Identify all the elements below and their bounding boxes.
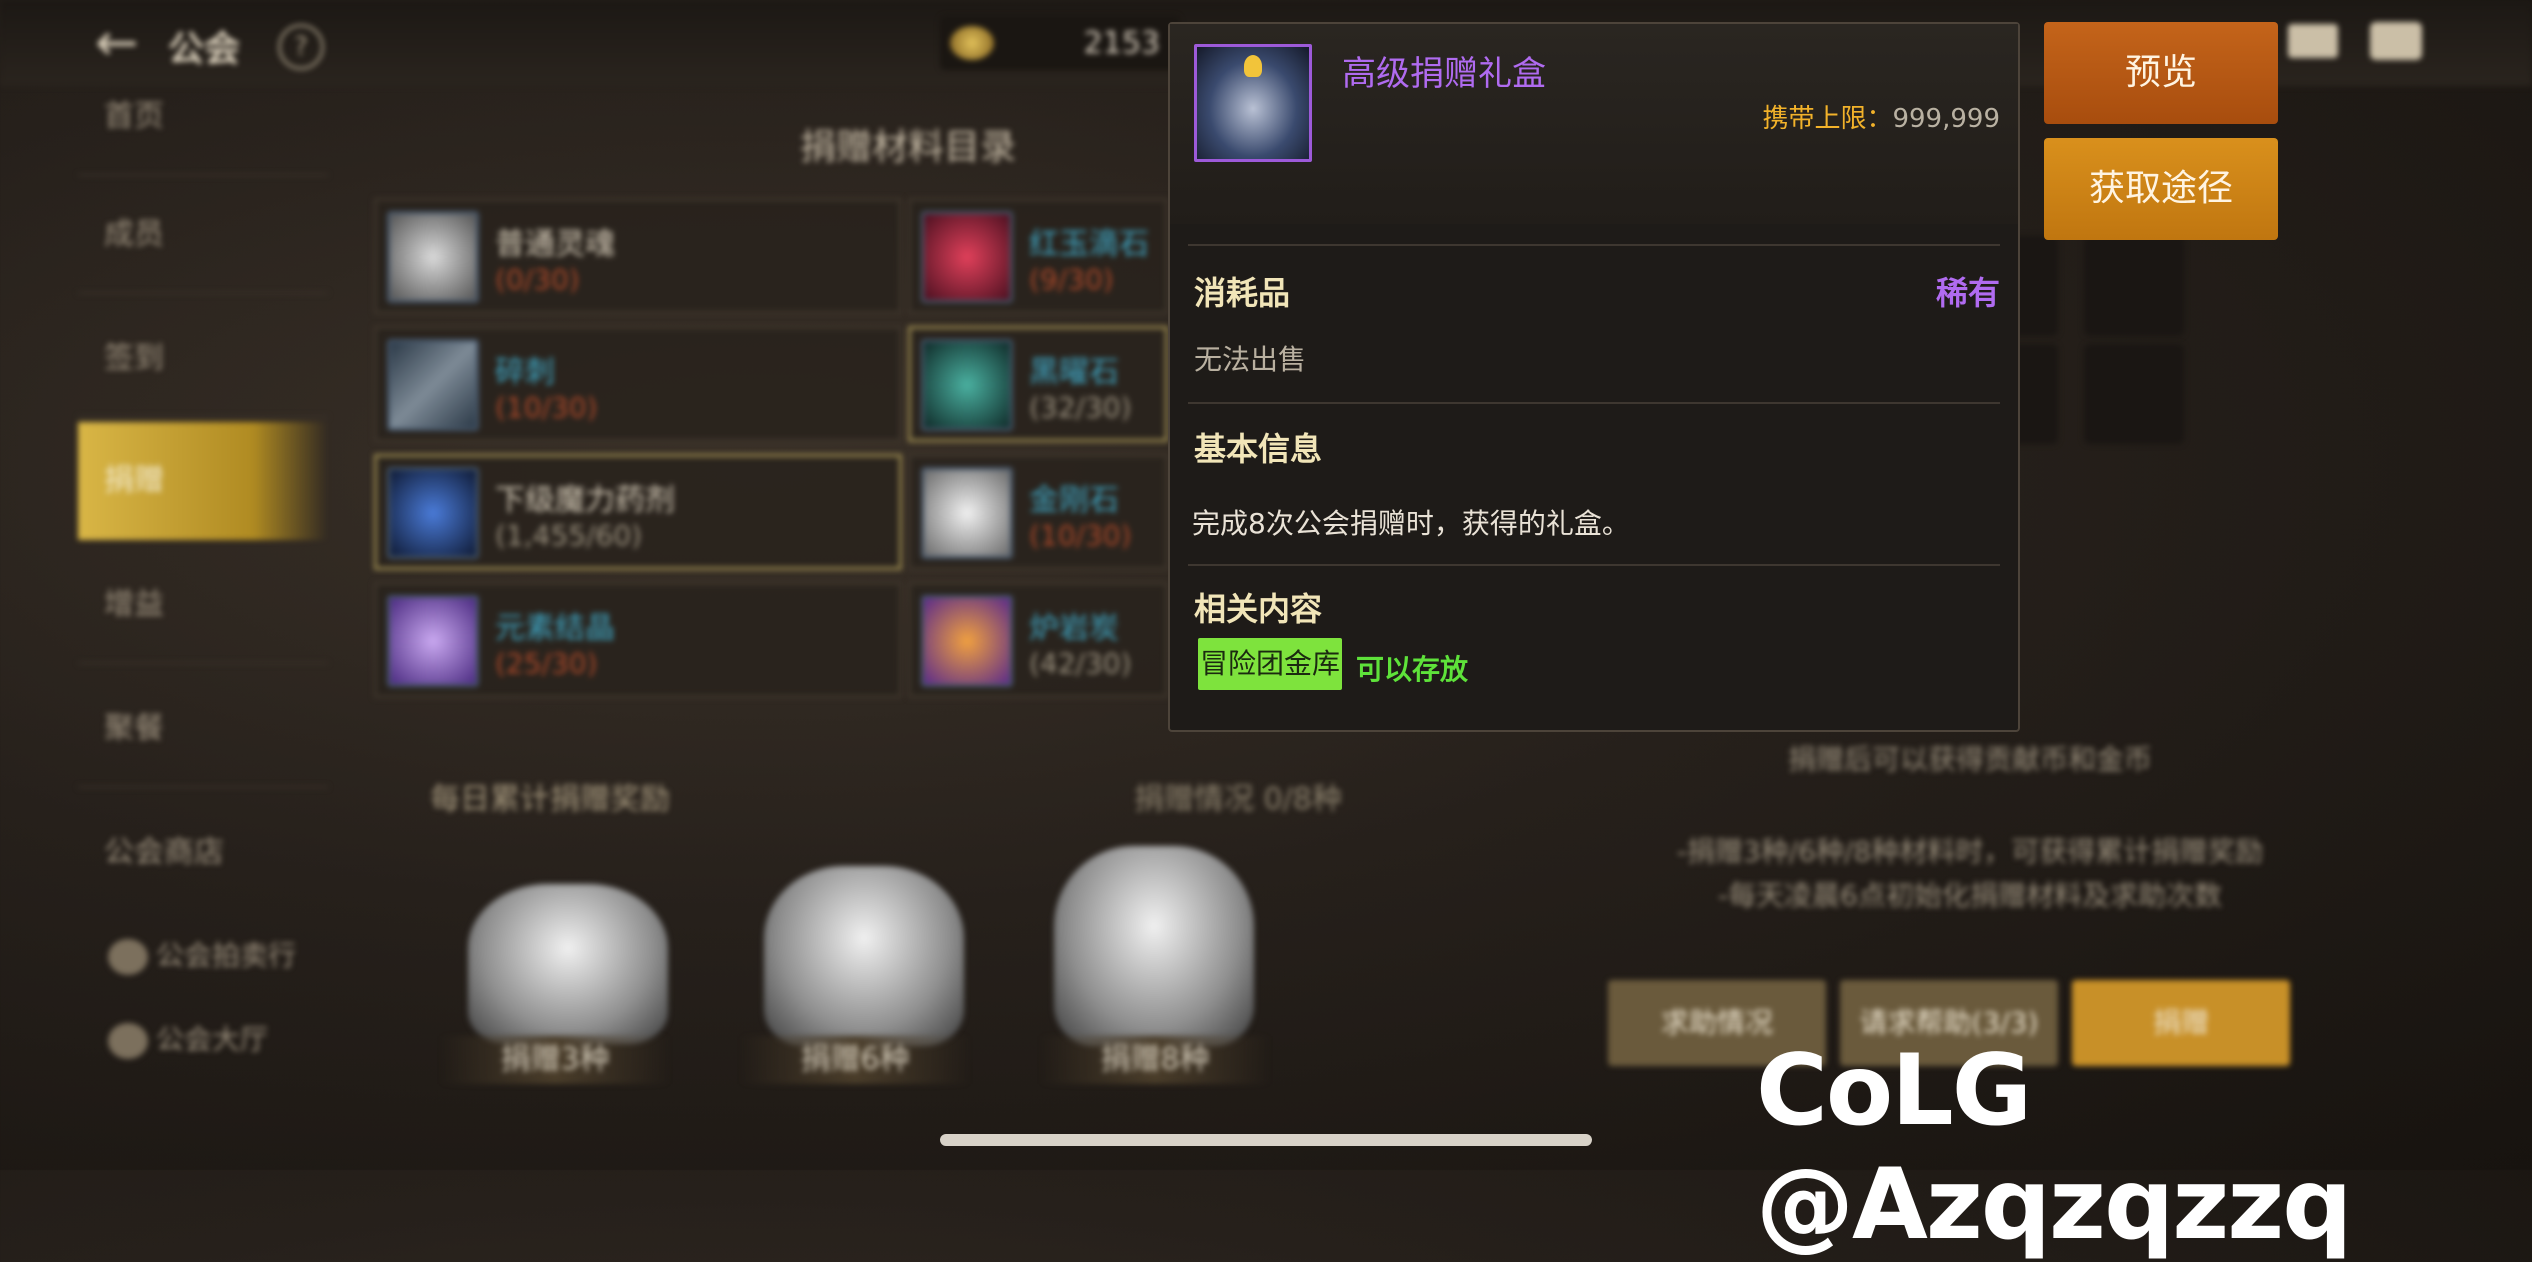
reward-tier-label: 捐赠8种 xyxy=(1040,1036,1270,1084)
donate-note: 捐赠后可以获得贡献币和金币 xyxy=(1787,743,2152,776)
donation-status: 捐赠情况 0/8种 xyxy=(1134,782,1342,817)
item-name: 高级捐赠礼盒 xyxy=(1342,54,1546,94)
auction-icon xyxy=(108,939,148,975)
sidebar-item-guild-auction[interactable]: 公会拍卖行 xyxy=(108,934,296,975)
sidebar-item-dinner[interactable]: 聚餐 xyxy=(78,670,328,788)
currency-display: 2153 xyxy=(940,16,1180,70)
gold-coin-icon xyxy=(950,26,994,60)
sidebar-sub-label: 公会大厅 xyxy=(156,1023,269,1056)
material-count: (10/30) xyxy=(495,391,598,424)
shard-icon xyxy=(387,339,479,431)
storage-tag: 冒险团金库 xyxy=(1198,638,1343,690)
material-count: (10/30) xyxy=(1029,519,1132,552)
reward-slot xyxy=(2084,236,2184,336)
donate-reset-note: -每天凌晨6点初始化捐赠材料及求助次数 xyxy=(1718,879,2222,912)
material-item[interactable]: 金刚石 (10/30) xyxy=(908,454,1168,570)
related-content-title: 相关内容 xyxy=(1194,590,1323,628)
material-item[interactable]: 普通灵魂 (0/30) xyxy=(374,198,902,314)
daily-reward-title: 每日累计捐赠奖励 xyxy=(430,782,670,817)
material-name: 金刚石 xyxy=(1029,483,1119,518)
sidebar-item-donate[interactable]: 捐赠 xyxy=(78,422,328,540)
item-rarity: 稀有 xyxy=(1935,274,2000,312)
material-name: 普通灵魂 xyxy=(495,227,615,262)
donate-rule-note: -捐赠3种/6种/8种材料时，可获得累计捐赠奖励 xyxy=(1676,835,2264,868)
diamond-icon xyxy=(921,467,1013,559)
carry-limit: 携带上限：999,999 xyxy=(1762,98,2000,135)
material-count: (42/30) xyxy=(1029,647,1132,680)
sidebar-item-buffs[interactable]: 增益 xyxy=(78,546,328,664)
watermark: CoLG @Azqzqzzq xyxy=(1756,1034,2352,1262)
item-tooltip: 高级捐赠礼盒 携带上限：999,999 消耗品 稀有 无法出售 基本信息 完成8… xyxy=(1168,22,2020,732)
obsidian-icon xyxy=(921,339,1013,431)
material-item[interactable]: 元素结晶 (25/30) xyxy=(374,582,902,698)
sell-note: 无法出售 xyxy=(1194,343,1307,376)
material-name: 碎刺 xyxy=(495,355,555,390)
sidebar-item-members[interactable]: 成员 xyxy=(78,176,328,294)
mail-icon[interactable] xyxy=(2288,24,2338,58)
sidebar-item-checkin[interactable]: 签到 xyxy=(78,300,328,418)
carry-limit-value: 999,999 xyxy=(1892,104,2000,134)
material-item[interactable]: 红玉滴石 (9/30) xyxy=(908,198,1168,314)
carry-limit-label: 携带上限： xyxy=(1762,104,1893,134)
material-item[interactable]: 炉岩炭 (42/30) xyxy=(908,582,1168,698)
soul-icon xyxy=(387,211,479,303)
material-item[interactable]: 碎刺 (10/30) xyxy=(374,326,902,442)
obtain-method-button[interactable]: 获取途径 xyxy=(2044,138,2278,240)
material-count: (0/30) xyxy=(495,263,580,296)
furnace-coal-icon xyxy=(921,595,1013,687)
item-description: 完成8次公会捐赠时，获得的礼盒。 xyxy=(1192,507,1630,540)
ruby-icon xyxy=(921,211,1013,303)
material-name: 下级魔力药剂 xyxy=(495,483,675,518)
tooltip-header: 高级捐赠礼盒 携带上限：999,999 xyxy=(1170,24,2018,224)
material-count: (1,455/60) xyxy=(495,519,643,552)
material-name: 炉岩炭 xyxy=(1029,611,1119,646)
material-item[interactable]: 黑曜石 (32/30) xyxy=(908,326,1168,442)
reward-tier-label: 捐赠3种 xyxy=(440,1036,670,1084)
chat-icon[interactable] xyxy=(2370,22,2422,60)
item-type: 消耗品 xyxy=(1194,274,1291,312)
sidebar-item-guild-hall[interactable]: 公会大厅 xyxy=(108,1018,268,1059)
gift-box-icon xyxy=(1194,44,1312,162)
material-name: 红玉滴石 xyxy=(1029,227,1149,262)
gem-icon xyxy=(1244,55,1262,77)
material-count: (32/30) xyxy=(1029,391,1132,424)
divider xyxy=(1188,402,2000,404)
reward-chest-icon[interactable] xyxy=(468,884,668,1044)
divider xyxy=(1188,564,2000,566)
material-item[interactable]: 下级魔力药剂 (1,455/60) xyxy=(374,454,902,570)
material-count: (25/30) xyxy=(495,647,598,680)
sidebar: 首页 成员 签到 捐赠 增益 聚餐 公会商店 公会拍卖行 公会大厅 xyxy=(78,72,328,1072)
preview-button[interactable]: 预览 xyxy=(2044,22,2278,124)
element-crystal-icon xyxy=(387,595,479,687)
sidebar-sub-label: 公会拍卖行 xyxy=(156,939,297,972)
basic-info-title: 基本信息 xyxy=(1194,430,1323,468)
potion-icon xyxy=(387,467,479,559)
home-indicator[interactable] xyxy=(940,1134,1592,1146)
reward-chest-icon[interactable] xyxy=(764,866,964,1046)
material-name: 元素结晶 xyxy=(495,611,615,646)
reward-tier-label: 捐赠6种 xyxy=(740,1036,970,1084)
sidebar-item-home[interactable]: 首页 xyxy=(78,58,328,176)
material-name: 黑曜石 xyxy=(1029,355,1119,390)
currency-value: 2153 xyxy=(1083,26,1160,61)
hall-icon xyxy=(108,1023,148,1059)
materials-title: 捐赠材料目录 xyxy=(800,127,1017,168)
storage-note: 可以存放 xyxy=(1356,653,1469,686)
reward-chest-icon[interactable] xyxy=(1054,846,1254,1046)
material-count: (9/30) xyxy=(1029,263,1114,296)
reward-slot xyxy=(2084,344,2184,444)
sidebar-item-guild-shop[interactable]: 公会商店 xyxy=(78,794,328,912)
divider xyxy=(1188,244,2000,246)
